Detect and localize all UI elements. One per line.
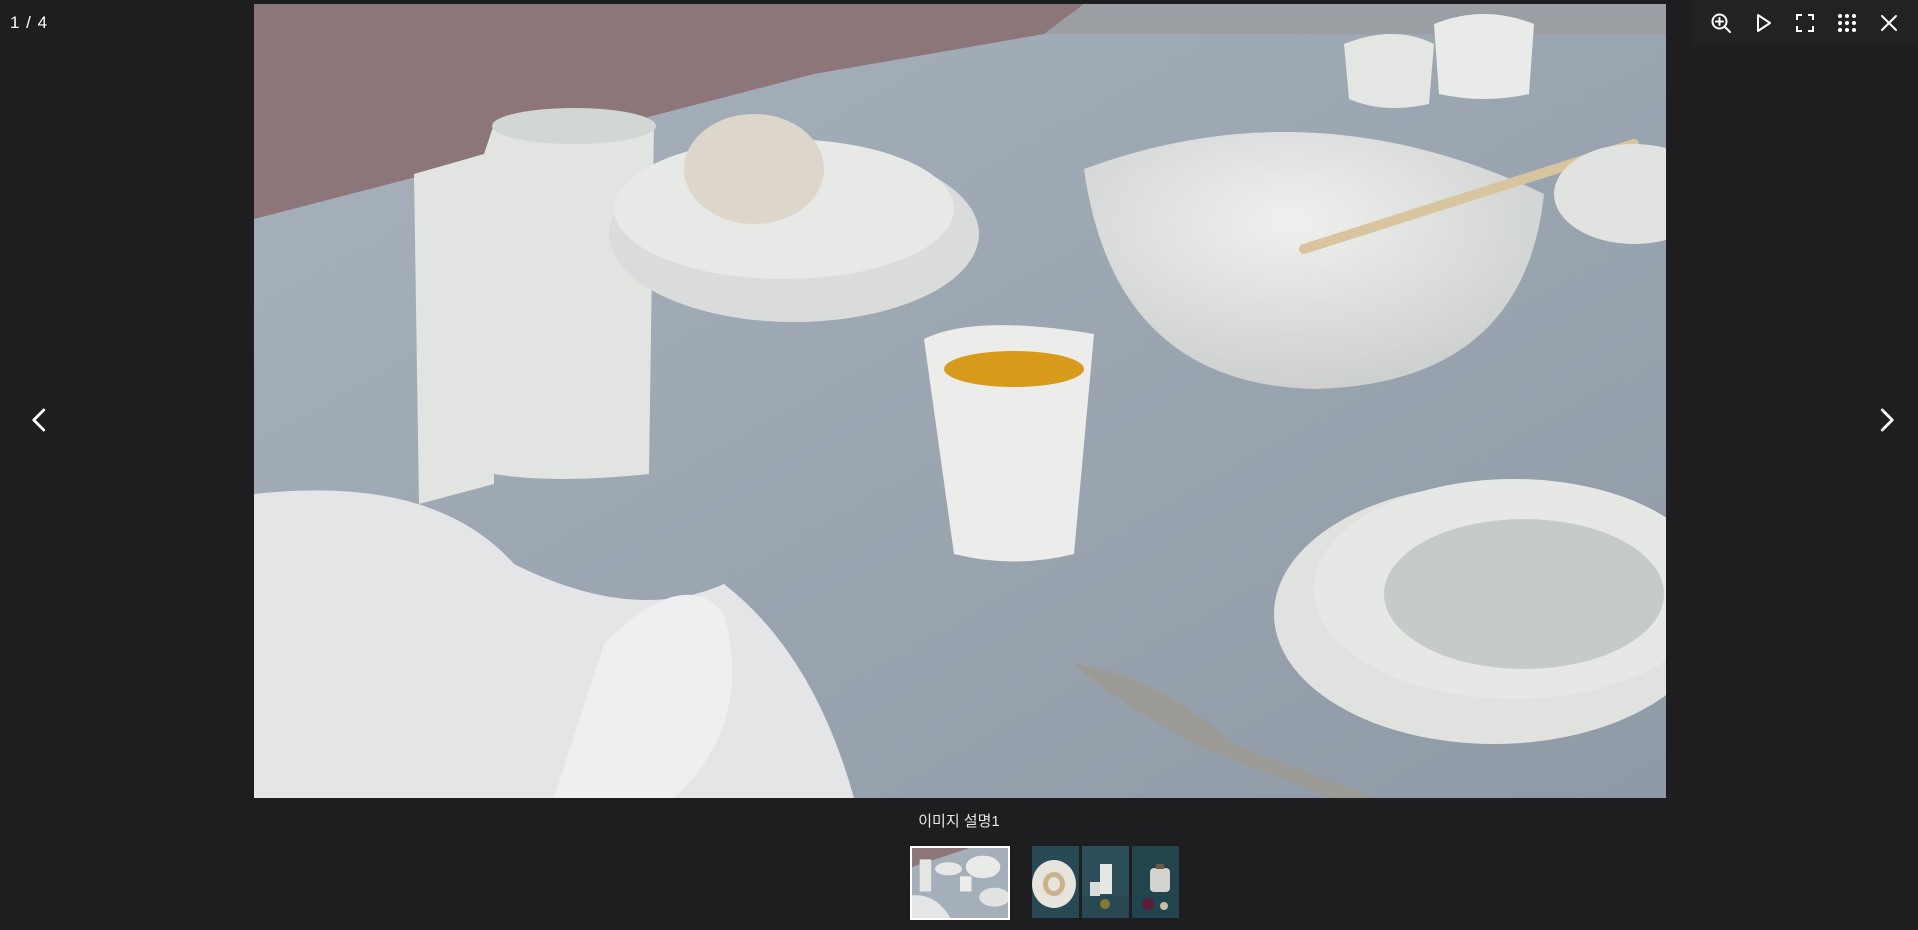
fullscreen-icon	[1796, 14, 1814, 32]
thumbnail-3[interactable]	[1082, 846, 1129, 918]
thumbnail-strip	[910, 846, 1182, 920]
grid-icon	[1838, 14, 1856, 32]
thumbnail-2[interactable]	[1032, 846, 1079, 918]
zoom-in-icon	[1711, 13, 1731, 33]
next-image-button[interactable]	[1866, 400, 1906, 440]
chevron-left-icon	[32, 408, 46, 432]
previous-image-button[interactable]	[20, 400, 60, 440]
zoom-in-button[interactable]	[1703, 5, 1739, 41]
play-icon	[1757, 14, 1771, 32]
chevron-right-icon	[1880, 408, 1894, 432]
thumbnail-4-image	[1132, 846, 1179, 918]
close-button[interactable]	[1871, 5, 1907, 41]
play-slideshow-button[interactable]	[1745, 5, 1781, 41]
image-caption: 이미지 설명1	[918, 813, 1000, 830]
thumbnail-2-image	[1032, 846, 1079, 918]
main-image	[254, 4, 1666, 798]
viewer-toolbar	[1692, 0, 1918, 46]
tableware-photo	[254, 4, 1666, 798]
fullscreen-button[interactable]	[1787, 5, 1823, 41]
thumbnail-1[interactable]	[910, 846, 1010, 920]
image-counter: 1 / 4	[10, 13, 49, 32]
thumbnail-grid-button[interactable]	[1829, 5, 1865, 41]
thumbnail-1-image	[912, 848, 1008, 918]
thumbnail-3-image	[1082, 846, 1129, 918]
close-icon	[1881, 15, 1897, 31]
thumbnail-4[interactable]	[1132, 846, 1179, 918]
